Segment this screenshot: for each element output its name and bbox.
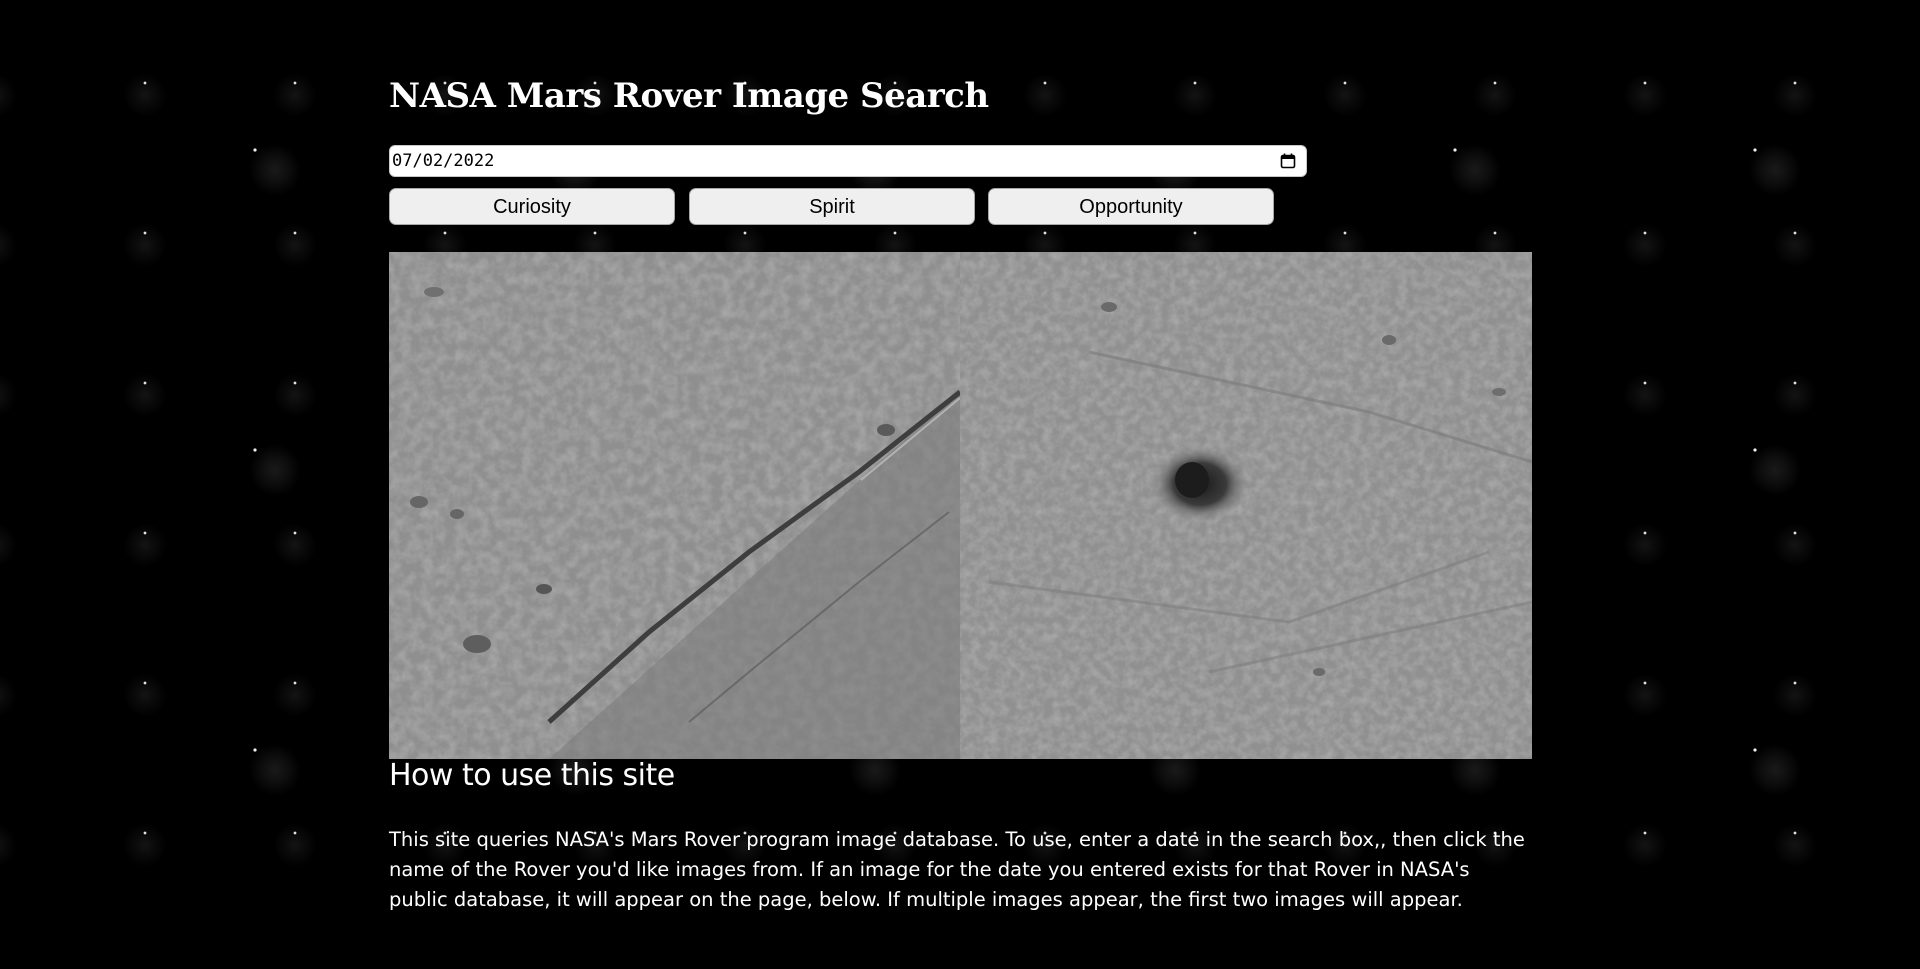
how-to-use-heading: How to use this site <box>389 758 675 793</box>
date-input[interactable] <box>392 146 1252 176</box>
date-field-wrapper[interactable] <box>389 145 1307 177</box>
curiosity-button[interactable]: Curiosity <box>389 188 675 225</box>
page-title: NASA Mars Rover Image Search <box>389 76 989 116</box>
spirit-button[interactable]: Spirit <box>689 188 975 225</box>
rover-image-right <box>960 252 1532 759</box>
how-to-use-text: This site queries NASA's Mars Rover prog… <box>389 828 1525 911</box>
opportunity-button[interactable]: Opportunity <box>988 188 1274 225</box>
calendar-icon[interactable] <box>1280 153 1296 169</box>
rover-image-left <box>389 252 962 759</box>
rover-image-results <box>389 252 1532 759</box>
